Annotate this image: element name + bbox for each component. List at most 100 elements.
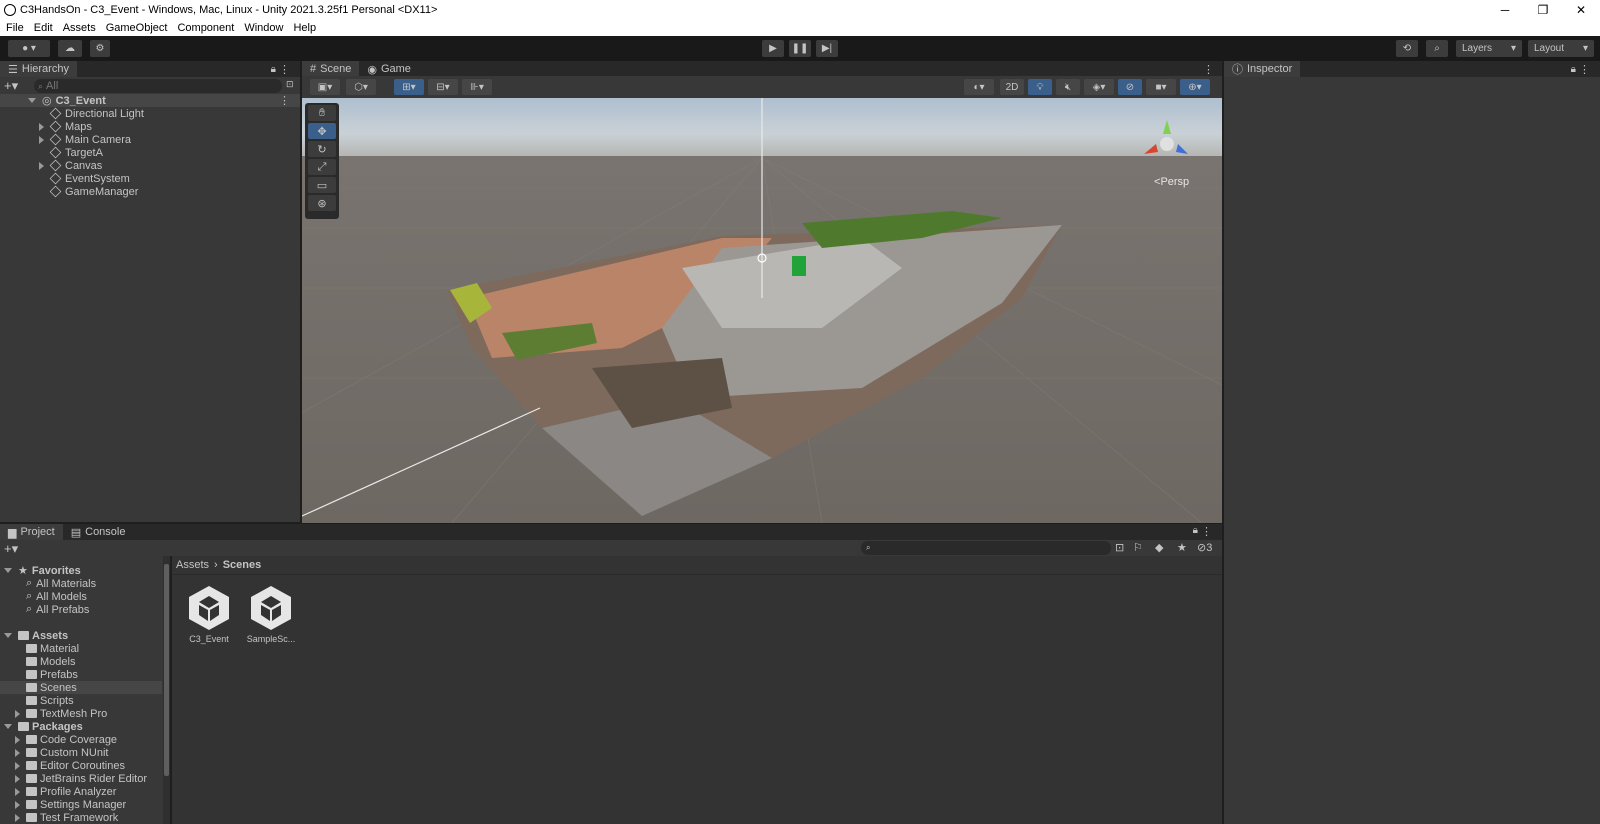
folder-item[interactable]: Prefabs	[26, 668, 78, 681]
favorite-item[interactable]: ⌕ All Prefabs	[26, 603, 89, 616]
scale-tool-button[interactable]: ⤢	[308, 159, 336, 175]
gizmos-dropdown[interactable]: ⊕▾	[1180, 79, 1210, 95]
expand-arrow-icon[interactable]	[15, 735, 20, 744]
packages-header[interactable]: Packages	[4, 720, 83, 733]
scene-asset-item[interactable]: SampleSc...	[246, 584, 296, 644]
kebab-menu-icon[interactable]: ⋮	[1203, 63, 1214, 76]
increment-snap-dropdown[interactable]: ⊟▾	[428, 79, 458, 95]
layout-dropdown[interactable]: Layout ▾	[1528, 40, 1594, 57]
hierarchy-item[interactable]: Main Camera	[39, 133, 131, 146]
expand-arrow-icon[interactable]	[4, 633, 12, 638]
kebab-menu-icon[interactable]: ⋮	[279, 63, 290, 76]
hidden-packages-toggle[interactable]: ⊘3	[1197, 541, 1212, 554]
account-button[interactable]: ● ▾	[8, 40, 50, 57]
lock-icon[interactable]: 🔒︎	[271, 64, 276, 75]
hierarchy-item[interactable]: Canvas	[39, 159, 102, 172]
hierarchy-item[interactable]: Maps	[39, 120, 92, 133]
favorites-header[interactable]: ★ Favorites	[4, 564, 81, 577]
menu-component[interactable]: Component	[177, 22, 234, 34]
projection-label[interactable]: <Persp	[1154, 176, 1189, 188]
scene-viewport[interactable]: <Persp	[302, 98, 1222, 523]
kebab-menu-icon[interactable]: ⋮	[1579, 63, 1590, 76]
menu-help[interactable]: Help	[293, 22, 316, 34]
expand-arrow-icon[interactable]	[4, 724, 12, 729]
scene-asset-item[interactable]: C3_Event	[184, 584, 234, 644]
hierarchy-search-input[interactable]: ⌕ All	[34, 79, 282, 93]
folder-item[interactable]: Scripts	[26, 694, 74, 707]
scrollbar-thumb[interactable]	[164, 564, 169, 776]
toggle-2d-button[interactable]: 2D	[1000, 79, 1024, 95]
search-button[interactable]: ⌕	[1426, 40, 1448, 57]
package-item[interactable]: Profile Analyzer	[15, 785, 116, 798]
kebab-menu-icon[interactable]: ⋮	[1201, 525, 1212, 538]
package-item[interactable]: JetBrains Rider Editor	[15, 772, 147, 785]
orientation-gizmo[interactable]	[1132, 108, 1202, 178]
expand-arrow-icon[interactable]	[15, 800, 20, 809]
minimize-button[interactable]: ─	[1486, 0, 1524, 19]
lighting-toggle[interactable]: 💡︎	[1028, 79, 1052, 95]
tab-hierarchy[interactable]: ☰ Hierarchy	[0, 61, 77, 77]
tab-game[interactable]: ◉ Game	[359, 61, 419, 77]
menu-assets[interactable]: Assets	[63, 22, 96, 34]
maximize-button[interactable]: ❐	[1524, 0, 1562, 19]
play-button[interactable]: ▶	[762, 40, 784, 57]
expand-arrow-icon[interactable]	[39, 135, 44, 144]
audio-toggle[interactable]: 🔇︎	[1056, 79, 1080, 95]
hand-tool-button[interactable]: ✋︎	[308, 105, 336, 121]
expand-arrow-icon[interactable]	[15, 761, 20, 770]
undo-history-button[interactable]: ⟲	[1396, 40, 1418, 57]
expand-arrow-icon[interactable]	[15, 774, 20, 783]
package-item[interactable]: Test Framework	[15, 811, 118, 824]
package-item[interactable]: Editor Coroutines	[15, 759, 125, 772]
tab-inspector[interactable]: ⓘ Inspector	[1224, 61, 1301, 77]
search-by-type-icon[interactable]: ⊡	[1115, 541, 1124, 554]
tab-project[interactable]: ▆ Project	[0, 524, 63, 540]
search-by-label-icon[interactable]: ⚐	[1133, 541, 1143, 554]
package-item[interactable]: Custom NUnit	[15, 746, 108, 759]
expand-arrow-icon[interactable]	[39, 161, 44, 170]
folder-item[interactable]: Material	[26, 642, 79, 655]
kebab-menu-icon[interactable]: ⋮	[279, 94, 290, 107]
favorite-item[interactable]: ⌕ All Materials	[26, 577, 96, 590]
star-icon[interactable]: ★	[1177, 541, 1187, 554]
draw-mode-dropdown[interactable]: ▣▾	[310, 79, 340, 95]
tab-scene[interactable]: # Scene	[302, 61, 360, 77]
lock-icon[interactable]: 🔒︎	[1193, 525, 1198, 536]
hierarchy-item[interactable]: TargetA	[49, 146, 103, 159]
package-item[interactable]: Settings Manager	[15, 798, 126, 811]
shading-dropdown[interactable]: ⬡▾	[346, 79, 376, 95]
menu-file[interactable]: File	[6, 22, 24, 34]
hierarchy-item[interactable]: Directional Light	[49, 107, 144, 120]
breadcrumb-assets[interactable]: Assets	[176, 559, 209, 571]
search-mode-icon[interactable]: ⊡	[286, 79, 298, 93]
expand-arrow-icon[interactable]	[15, 813, 20, 822]
move-tool-button[interactable]: ✥	[308, 123, 336, 139]
visibility-toggle[interactable]: ⊘	[1118, 79, 1142, 95]
expand-arrow-icon[interactable]	[15, 748, 20, 757]
lock-icon[interactable]: 🔒︎	[1571, 64, 1576, 75]
breadcrumb-scenes[interactable]: Scenes	[223, 559, 262, 571]
rotate-tool-button[interactable]: ↻	[308, 141, 336, 157]
rect-tool-button[interactable]: ▭	[308, 177, 336, 193]
expand-arrow-icon[interactable]	[15, 709, 20, 718]
project-search-input[interactable]: ⌕	[861, 541, 1111, 555]
menu-gameobject[interactable]: GameObject	[106, 22, 168, 34]
tab-console[interactable]: ▤ Console	[63, 524, 134, 540]
cloud-button[interactable]: ☁	[58, 40, 82, 57]
folder-item[interactable]: TextMesh Pro	[15, 707, 107, 720]
grid-snap-dropdown[interactable]: ⊞▾	[394, 79, 424, 95]
assets-header[interactable]: Assets	[4, 629, 68, 642]
favorite-item[interactable]: ⌕ All Models	[26, 590, 87, 603]
tag-icon[interactable]: ◆	[1155, 541, 1163, 554]
layers-dropdown[interactable]: Layers ▾	[1456, 40, 1522, 57]
transform-tool-button[interactable]: ⊛	[308, 195, 336, 211]
expand-arrow-icon[interactable]	[39, 122, 44, 131]
scrollbar[interactable]	[163, 556, 170, 824]
expand-arrow-icon[interactable]	[4, 568, 12, 573]
expand-arrow-icon[interactable]	[15, 787, 20, 796]
folder-item[interactable]: Models	[26, 655, 75, 668]
render-mode-dropdown[interactable]: ⊪▾	[462, 79, 492, 95]
folder-item-selected[interactable]: Scenes	[0, 681, 162, 694]
effects-dropdown[interactable]: ◈▾	[1084, 79, 1114, 95]
create-asset-button[interactable]: +▾	[4, 541, 18, 557]
